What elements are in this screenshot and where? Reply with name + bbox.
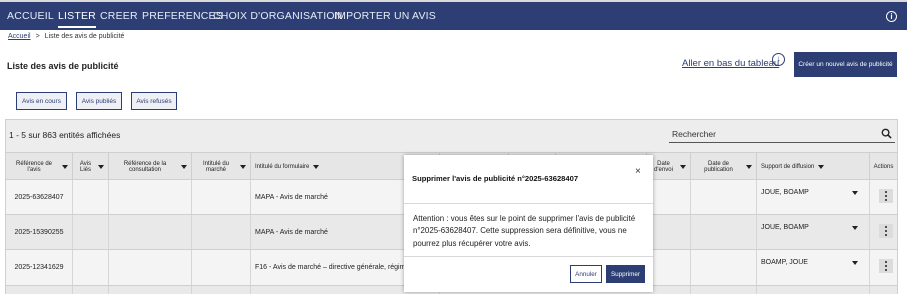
cell-reference [6, 286, 73, 294]
dialog-divider-bottom [404, 256, 653, 257]
nav-item-choix-organisation[interactable]: CHOIX D'ORGANISATION [213, 10, 343, 22]
sort-caret-icon [818, 164, 825, 169]
sort-caret-icon [240, 164, 246, 169]
search-icon[interactable] [881, 128, 892, 139]
cancel-button[interactable]: Annuler [570, 265, 602, 283]
cell-date-publication [691, 180, 757, 214]
cell-consultation [109, 250, 192, 285]
breadcrumb-separator: > [35, 33, 40, 40]
result-count: 1 - 5 sur 863 entités affichées [9, 130, 121, 140]
support-value: BOAMP, JOUE [761, 259, 808, 266]
chevron-down-icon[interactable] [852, 191, 858, 195]
breadcrumb: Accueil > Liste des avis de publicité [8, 33, 124, 40]
dialog-message: Attention : vous êtes sur le point de su… [413, 214, 636, 248]
cell-avis-lies [73, 180, 109, 214]
column-header-actions: Actions [873, 163, 894, 170]
delete-confirmation-dialog: Supprimer l'avis de publicité n°2025-636… [404, 155, 653, 292]
cell-date-envoi [647, 250, 691, 285]
cell-avis-lies [73, 250, 109, 285]
cell-date-envoi [647, 180, 691, 214]
column-header-date-publication[interactable]: Date de publication [691, 153, 757, 180]
cell-date-publication [691, 250, 757, 285]
cell-reference: 2025-12341629 [6, 250, 73, 285]
cell-intitule-marche [192, 286, 251, 294]
cell-support[interactable]: BOAMP, JOUE [757, 250, 870, 285]
more-actions-icon[interactable] [879, 189, 893, 203]
column-header-support-diffusion[interactable]: Support de diffusion [757, 153, 870, 180]
close-icon[interactable]: × [635, 166, 641, 177]
cell-consultation [109, 286, 192, 294]
scroll-to-bottom-link[interactable]: Aller en bas du tableau [682, 58, 779, 69]
cell-reference: 2025-63628407 [6, 180, 73, 214]
support-value: JOUE, BOAMP [761, 189, 809, 196]
column-header-reference[interactable]: Référence de l'avis [6, 153, 73, 180]
nav-item-accueil[interactable]: ACCUEIL [7, 10, 54, 22]
column-header-reference-consultation[interactable]: Référence de la consultation [109, 153, 192, 180]
column-header-avis-lies[interactable]: Avis Liés [73, 153, 109, 180]
cell-reference: 2025-15390255 [6, 215, 73, 249]
filter-avis-en-cours-button[interactable]: Avis en cours [16, 92, 67, 110]
top-navigation: ACCUEIL LISTER CREER PREFERENCES CHOIX D… [0, 0, 907, 30]
nav-item-preferences[interactable]: PREFERENCES [142, 10, 223, 22]
cell-date-envoi [647, 286, 691, 294]
cell-date-envoi [647, 215, 691, 249]
dialog-divider-top [404, 203, 653, 204]
filter-avis-refuses-button[interactable]: Avis refusés [131, 92, 177, 110]
more-actions-icon[interactable] [879, 224, 893, 238]
cell-date-publication [691, 215, 757, 249]
cell-intitule-marche [192, 215, 251, 249]
breadcrumb-home-link[interactable]: Accueil [8, 33, 31, 40]
cell-date-publication [691, 286, 757, 294]
cell-consultation [109, 180, 192, 214]
sort-caret-icon [313, 164, 320, 169]
more-actions-icon[interactable] [879, 259, 893, 273]
sort-caret-icon [680, 164, 686, 169]
support-value: JOUE, BOAMP [761, 224, 809, 231]
info-icon[interactable]: i [886, 11, 897, 22]
dialog-title: Supprimer l'avis de publicité n°2025-636… [412, 174, 579, 183]
arrow-down-circle-icon[interactable]: ↓ [772, 53, 785, 66]
cell-support[interactable] [757, 286, 870, 294]
nav-item-creer[interactable]: CREER [100, 10, 138, 22]
filter-avis-publies-button[interactable]: Avis publiés [76, 92, 122, 110]
nav-item-lister[interactable]: LISTER [58, 10, 96, 28]
chevron-down-icon[interactable] [852, 226, 858, 230]
search-placeholder: Rechercher [672, 129, 716, 139]
cell-consultation [109, 215, 192, 249]
sort-caret-icon [181, 164, 187, 169]
chevron-down-icon[interactable] [852, 261, 858, 265]
cell-intitule-marche [192, 250, 251, 285]
cell-avis-lies [73, 286, 109, 294]
delete-button[interactable]: Supprimer [606, 265, 645, 283]
search-field[interactable]: Rechercher [669, 128, 895, 143]
cell-support[interactable]: JOUE, BOAMP [757, 215, 870, 249]
sort-caret-icon [98, 164, 104, 169]
sort-caret-icon [62, 164, 68, 169]
cell-intitule-marche [192, 180, 251, 214]
cell-avis-lies [73, 215, 109, 249]
breadcrumb-current: Liste des avis de publicité [44, 33, 125, 40]
nav-item-importer-avis[interactable]: IMPORTER UN AVIS [334, 10, 436, 22]
create-avis-button[interactable]: Créer un nouvel avis de publicité [794, 52, 897, 77]
column-header-date-envoi[interactable]: Date d'envoi [647, 153, 691, 180]
cell-support[interactable]: JOUE, BOAMP [757, 180, 870, 214]
column-header-intitule-marche[interactable]: Intitulé du marché [192, 153, 251, 180]
sort-caret-icon [746, 164, 752, 169]
page-title: Liste des avis de publicité [7, 61, 119, 71]
